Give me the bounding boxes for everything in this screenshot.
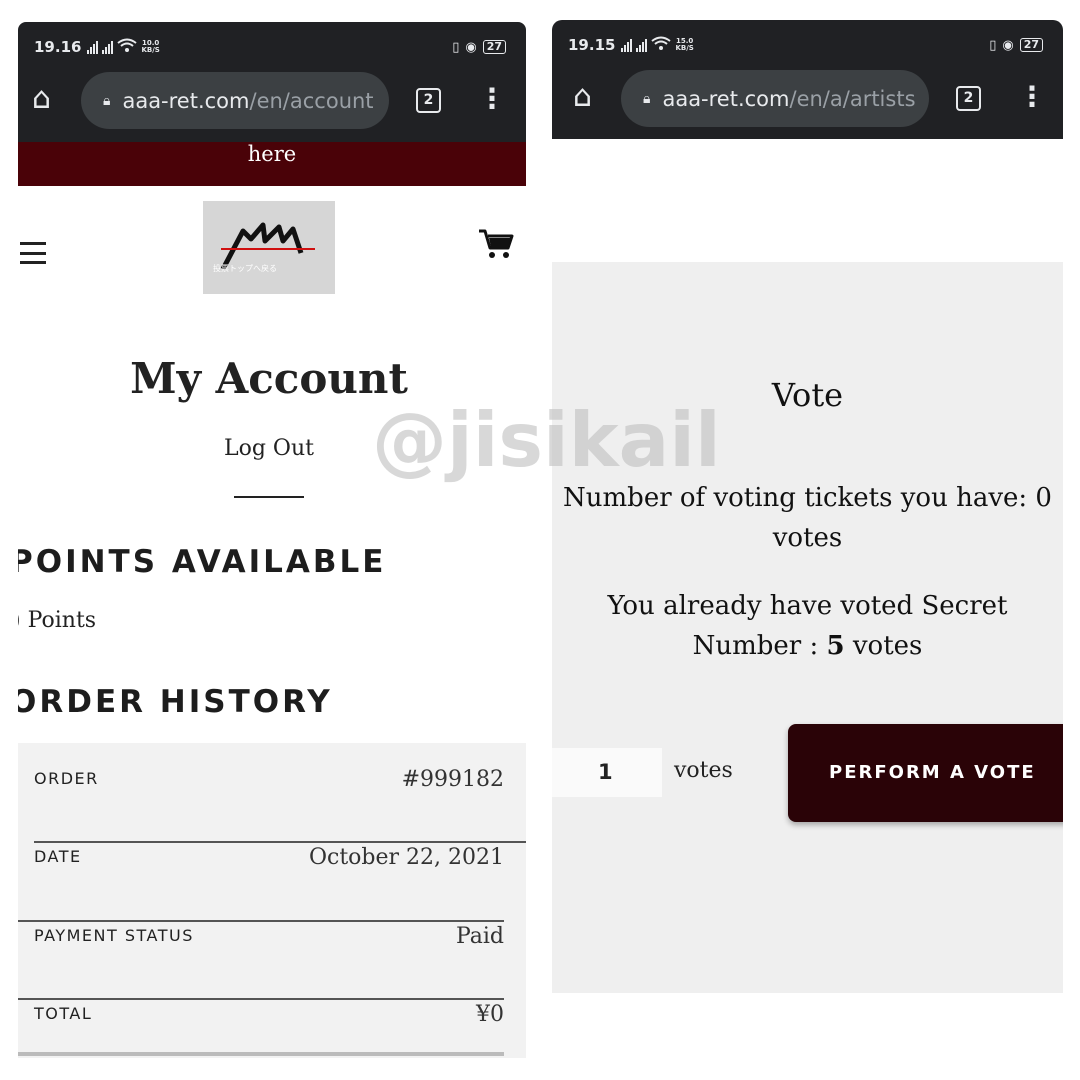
browser-chrome: 19.16 10.0 KB/S ▯ ◉ 27 ⌂ 🔒︎ aaa-ret.com/e… <box>18 22 526 142</box>
tabs-icon[interactable]: 2 <box>956 86 981 111</box>
signal-icon <box>87 40 99 54</box>
url-host: aaa-ret.com <box>122 88 250 113</box>
network-speed: 10.0 KB/S <box>141 40 159 54</box>
url-bar[interactable]: 🔒︎ aaa-ret.com/en/a/artists <box>621 70 929 127</box>
points-heading: POINTS AVAILABLE <box>18 544 387 580</box>
date-value: October 22, 2021 <box>308 845 504 870</box>
url-bar[interactable]: 🔒︎ aaa-ret.com/en/account <box>81 72 389 129</box>
battery-icon: 27 <box>482 40 506 54</box>
hamburger-menu-icon[interactable] <box>20 242 46 264</box>
kebab-menu-icon[interactable]: ⋮ <box>478 84 506 114</box>
vote-title: Vote <box>771 376 844 414</box>
url-path: /en/account <box>249 88 374 113</box>
order-history-table: ORDER #999182 DATE October 22, 2021 PAYM… <box>18 743 526 1058</box>
total-value: ¥0 <box>476 1002 504 1027</box>
lock-icon: 🔒︎ <box>103 92 111 109</box>
voted-prefix: Number : <box>692 631 827 661</box>
date-label: DATE <box>34 847 82 866</box>
voted-count: 5 <box>826 631 845 661</box>
table-bottom-edge <box>18 1052 504 1056</box>
lock-icon: 🔒︎ <box>643 90 651 107</box>
signal-icon <box>102 40 114 54</box>
voted-line-2: Number : 5 votes <box>552 626 1063 666</box>
voted-line-1: You already have voted Secret <box>607 591 1008 621</box>
vote-quantity-input[interactable]: 1 <box>552 748 662 797</box>
vibrate-icon: ▯ <box>452 39 460 55</box>
title-divider <box>234 496 304 498</box>
url-host: aaa-ret.com <box>662 86 790 111</box>
account-screenshot: 19.16 10.0 KB/S ▯ ◉ 27 ⌂ 🔒︎ aaa-ret.com/e… <box>18 22 526 1058</box>
home-icon[interactable]: ⌂ <box>32 84 51 114</box>
page-title: My Account <box>130 354 408 403</box>
speed-unit: KB/S <box>675 44 694 52</box>
perform-vote-button[interactable]: PERFORM A VOTE <box>788 724 1063 822</box>
row-divider <box>18 998 504 1000</box>
points-value: ) Points <box>18 608 97 633</box>
status-bar: 19.15 15.0 KB/S ▯ ◉ 27 <box>568 34 1043 56</box>
kebab-menu-icon[interactable]: ⋮ <box>1018 82 1046 112</box>
order-history-heading: ORDER HISTORY <box>18 684 333 720</box>
tickets-line-1: Number of voting tickets you have: 0 <box>563 483 1052 513</box>
row-divider <box>34 841 526 843</box>
total-label: TOTAL <box>34 1004 93 1023</box>
home-icon[interactable]: ⌂ <box>573 82 592 112</box>
network-speed: 15.0 KB/S <box>675 38 693 52</box>
order-value[interactable]: #999182 <box>402 767 504 792</box>
site-logo[interactable]: 投票トップへ戻る <box>203 201 335 294</box>
wifi-icon <box>651 36 672 54</box>
status-time: 19.16 <box>34 38 82 56</box>
row-divider <box>18 920 504 922</box>
vibrate-icon: ▯ <box>989 37 997 53</box>
payment-status-label: PAYMENT STATUS <box>34 926 194 945</box>
cart-icon[interactable] <box>478 228 514 264</box>
voted-suffix: votes <box>844 631 923 661</box>
url-path: /en/a/artists <box>789 86 916 111</box>
tabs-icon[interactable]: 2 <box>416 88 441 113</box>
browser-chrome: 19.15 15.0 KB/S ▯ ◉ 27 ⌂ 🔒︎ aaa-ret.com/e… <box>552 20 1063 139</box>
tickets-line-2: votes <box>772 523 843 553</box>
votes-unit-label: votes <box>674 758 733 783</box>
rotation-lock-icon: ◉ <box>465 39 477 55</box>
logo-text: 投票トップへ戻る <box>213 264 277 273</box>
rotation-lock-icon: ◉ <box>1002 37 1014 53</box>
speed-unit: KB/S <box>141 46 160 54</box>
status-time: 19.15 <box>568 36 616 54</box>
signal-icon <box>636 38 648 52</box>
banner-text[interactable]: here <box>248 142 296 166</box>
logout-link[interactable]: Log Out <box>18 436 520 461</box>
signal-icon <box>621 38 633 52</box>
status-bar: 19.16 10.0 KB/S ▯ ◉ 27 <box>34 36 506 58</box>
announcement-banner[interactable]: here <box>18 142 526 186</box>
wifi-icon <box>117 38 138 56</box>
battery-icon: 27 <box>1019 38 1043 52</box>
payment-status-value: Paid <box>455 924 504 949</box>
vote-screenshot: 19.15 15.0 KB/S ▯ ◉ 27 ⌂ 🔒︎ aaa-ret.com/e… <box>552 20 1063 1020</box>
order-label: ORDER <box>34 769 99 788</box>
